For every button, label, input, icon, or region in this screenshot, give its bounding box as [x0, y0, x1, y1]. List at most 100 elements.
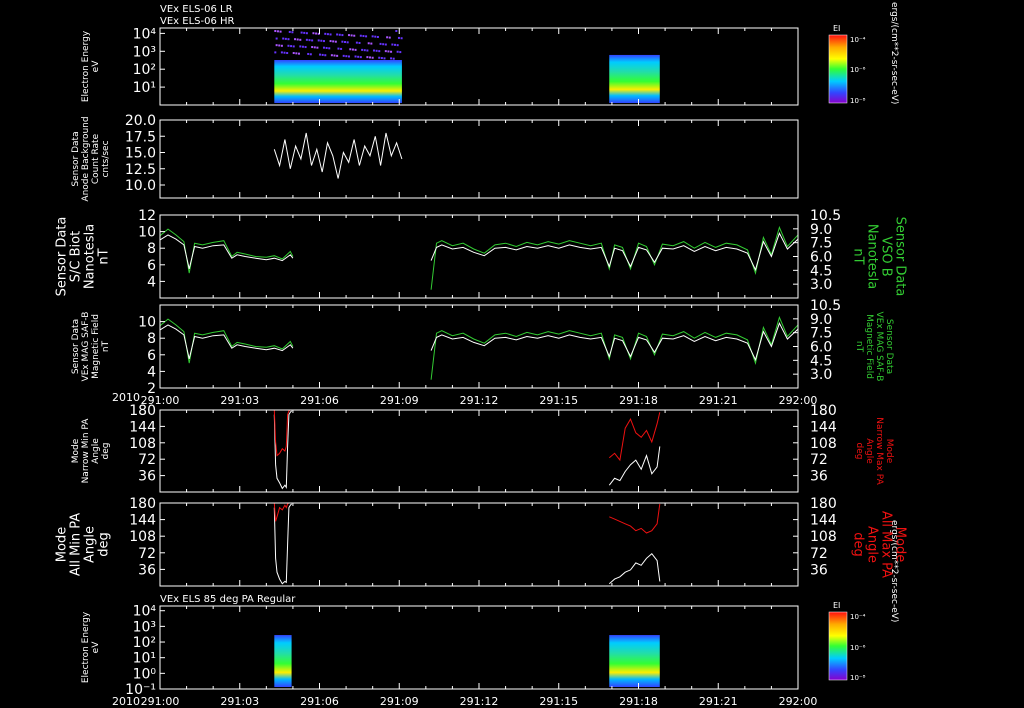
y-axis-label-right-p3-line: Sensor Data [893, 217, 908, 297]
spectrogram-speck [329, 33, 332, 36]
y-axis-label-p5-line: Narrow Min PA [81, 418, 91, 484]
spectrogram-speck [390, 50, 393, 53]
y-axis-label-p4-line: nT [101, 340, 111, 352]
series-line-white [159, 324, 294, 360]
spectrogram-speck [319, 53, 322, 56]
spectrogram-speck [333, 54, 336, 57]
y-tick-label: 17.5 [125, 129, 156, 145]
spectrogram-speck [390, 57, 393, 60]
x-tick-label: 291:03 [220, 394, 259, 407]
spectrogram-speck [305, 38, 308, 41]
spectrogram-speck [305, 32, 308, 35]
y-tick-label-right: 144 [810, 513, 837, 529]
spectrogram-speck [294, 38, 297, 41]
spectrogram-speck [374, 35, 377, 38]
y-tick-label: 10 [138, 315, 156, 331]
spectrogram-speck [362, 35, 365, 38]
spectrogram-speck [279, 30, 282, 33]
spectrogram-speck [384, 50, 387, 53]
y-axis-label-p6: Mode All Min PA Angle deg [54, 513, 111, 576]
spectrogram-speck [340, 47, 343, 50]
spectrogram-speck [382, 43, 385, 46]
y-tick-label: 6 [147, 348, 156, 364]
y-axis-label-p4: Sensor Data VEx MAG SAF-B Magnetic Field nT [71, 312, 111, 382]
y-axis-label-p2: Sensor Data Anode Background Count Rate cnt… [71, 116, 111, 201]
spectrogram-speck [299, 45, 302, 48]
y-axis-label-right-p4-line: VEx MAG SAF-B [874, 312, 884, 382]
plot-frame [159, 409, 799, 493]
y-tick-label-right: 4.5 [810, 263, 832, 279]
spectrogram-speck [391, 43, 394, 46]
colorbar-bottom-tick-3: 10⁻⁸ [850, 674, 866, 682]
spectrogram-speck [309, 53, 312, 56]
y-tick-label: 72 [138, 546, 156, 562]
spectrogram-speck [278, 44, 281, 47]
y-axis-label-p6-line: All Min PA [68, 513, 83, 576]
spectrogram-speck [387, 50, 390, 53]
y-axis-label-p5-line: Mode [71, 438, 81, 463]
series-line-white [159, 234, 294, 270]
y-axis-label-right-p5-line: deg [854, 443, 864, 460]
series-line-red [609, 503, 661, 534]
y-axis-label-right-p5-line: Mode [884, 439, 894, 464]
spectrogram-speck [313, 46, 316, 49]
spectrogram-speck [286, 52, 289, 55]
spectrogram-speck [328, 47, 331, 50]
y-tick-label: 36 [138, 469, 156, 485]
y-tick-label: 20.0 [125, 113, 156, 129]
y-axis-label-p3-line: nT [96, 248, 111, 264]
series-line-white [608, 446, 661, 486]
plot-frame [159, 119, 799, 199]
x-tick-label: 292:00 [779, 695, 818, 708]
y-axis-label-p3-line: Nanotesla [82, 224, 97, 289]
spectrogram-speck [324, 32, 327, 35]
y-tick-label-right: 108 [810, 436, 837, 452]
y-tick-label: 4 [147, 364, 156, 380]
data-plot: VEx ELS-06 LR VEx ELS-06 HR VEx ELS 85 d… [54, 2, 907, 708]
y-axis-label-p7-line: eV [91, 641, 101, 654]
y-tick-label-right: 10.5 [810, 208, 841, 224]
x-tick-label: 291:15 [539, 394, 578, 407]
y-tick-label: 4 [147, 274, 156, 290]
y-axis-label-p7: Electron Energy eV [81, 611, 101, 683]
y-axis-label-p2-line: Sensor Data [71, 131, 81, 186]
y-axis-label-right-p6-line: Angle [865, 526, 880, 563]
spectrogram-speck [336, 54, 339, 57]
y-axis-label-p6-line: Mode [54, 527, 69, 562]
y-tick-label-right: 72 [810, 452, 828, 468]
y-tick-label-right: 180 [810, 496, 837, 512]
series-line-green [430, 225, 799, 290]
colorbar-top-gradient [828, 34, 848, 104]
series-line-red [608, 412, 661, 462]
spectrogram-speck [384, 43, 387, 46]
y-tick-label-right: 72 [810, 546, 828, 562]
spectrogram-speck [304, 46, 307, 49]
y-axis-label-right-p5-line: Narrow Max PA [874, 417, 884, 485]
series-line-green [430, 315, 799, 380]
y-axis-label-p1-line: eV [91, 60, 101, 73]
y-tick-label: 6 [147, 258, 156, 274]
y-tick-label: 10³ [133, 619, 156, 635]
spectrogram-speck [358, 41, 361, 44]
spectrogram-speck [274, 30, 277, 32]
spectrogram-speck [287, 38, 290, 41]
spectrogram-speck [275, 44, 278, 47]
panels: 10¹10²10³10⁴Electron Energy eV10.012.515.… [54, 26, 907, 708]
spectrogram-speck [316, 46, 319, 49]
y-tick-label-right: 9.0 [810, 222, 832, 238]
spectrogram-speck [322, 40, 325, 43]
spectrogram-speck [354, 55, 357, 58]
spectrogram-band [274, 635, 292, 687]
spectrogram-speck [325, 46, 328, 49]
spectrogram-speck [369, 56, 372, 59]
y-tick-label: 12.5 [125, 162, 156, 178]
y-tick-label: 72 [138, 452, 156, 468]
spectrogram-speck [359, 56, 362, 59]
y-tick-label: 8 [147, 241, 156, 257]
spectrogram-speck [275, 37, 278, 40]
colorbar-bottom-label: EI [833, 601, 840, 610]
spectrogram-speck [308, 39, 311, 42]
colorbar-bottom-tick-2: 10⁻⁶ [850, 644, 866, 652]
y-tick-label-right: 3.0 [810, 277, 832, 293]
spectrogram-speck [363, 49, 366, 52]
